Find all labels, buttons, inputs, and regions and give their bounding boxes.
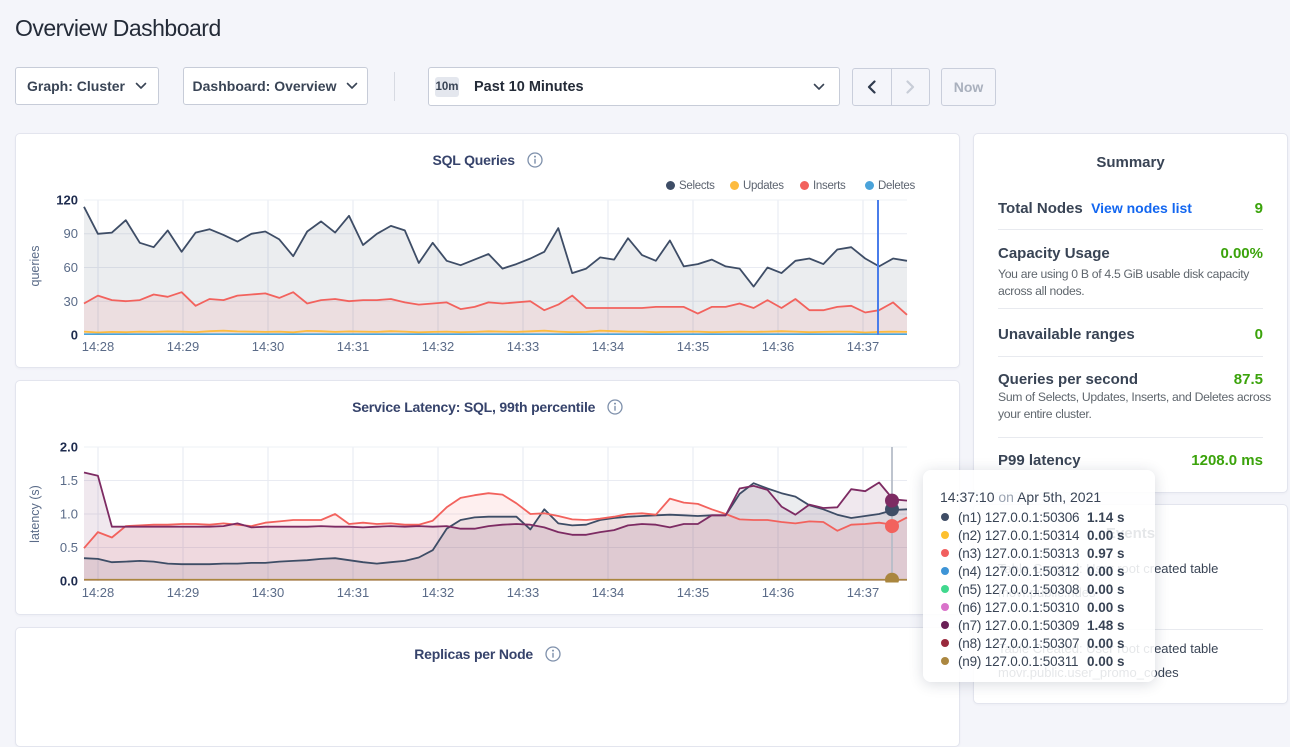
svg-text:14:32: 14:32 — [422, 585, 455, 600]
svg-text:14:31: 14:31 — [337, 585, 370, 600]
svg-text:14:28: 14:28 — [82, 585, 115, 600]
svg-text:14:32: 14:32 — [422, 339, 455, 354]
svg-text:0.0: 0.0 — [60, 574, 78, 589]
svg-text:14:37: 14:37 — [847, 339, 880, 354]
svg-text:14:35: 14:35 — [677, 339, 710, 354]
svg-text:queries: queries — [28, 246, 42, 287]
svg-text:latency (s): latency (s) — [28, 485, 42, 543]
svg-text:14:36: 14:36 — [762, 585, 795, 600]
svg-text:14:30: 14:30 — [252, 585, 285, 600]
svg-text:14:34: 14:34 — [592, 339, 625, 354]
svg-text:14:36: 14:36 — [762, 339, 795, 354]
svg-text:0.5: 0.5 — [60, 540, 78, 555]
svg-text:14:28: 14:28 — [82, 339, 115, 354]
svg-text:14:29: 14:29 — [167, 585, 200, 600]
svg-text:1.0: 1.0 — [60, 507, 78, 522]
svg-text:120: 120 — [56, 193, 78, 208]
svg-text:14:35: 14:35 — [677, 585, 710, 600]
svg-text:1.5: 1.5 — [60, 473, 78, 488]
svg-text:14:30: 14:30 — [252, 339, 285, 354]
svg-text:60: 60 — [64, 260, 78, 275]
svg-text:0: 0 — [71, 328, 78, 343]
svg-text:14:33: 14:33 — [507, 585, 540, 600]
svg-text:14:31: 14:31 — [337, 339, 370, 354]
svg-text:14:37: 14:37 — [847, 585, 880, 600]
svg-text:14:29: 14:29 — [167, 339, 200, 354]
svg-text:2.0: 2.0 — [60, 440, 78, 455]
svg-text:90: 90 — [64, 226, 78, 241]
svg-text:14:33: 14:33 — [507, 339, 540, 354]
svg-text:14:34: 14:34 — [592, 585, 625, 600]
svg-text:30: 30 — [64, 294, 78, 309]
